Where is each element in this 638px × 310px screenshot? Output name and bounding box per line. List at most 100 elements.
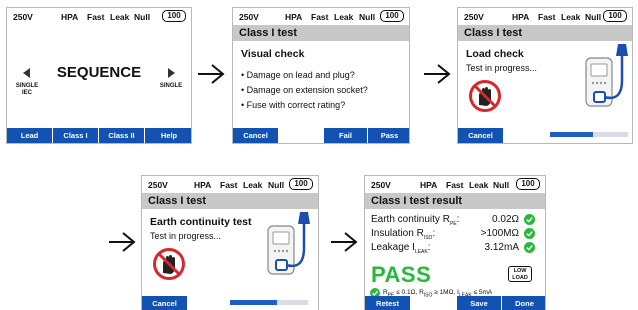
earth-continuity-value: 0.02Ω: [492, 214, 519, 225]
help-button[interactable]: Help: [145, 128, 191, 143]
null-indicator: Null: [493, 180, 510, 190]
hpa-indicator: HPA: [420, 180, 438, 190]
lead-button[interactable]: Lead: [7, 128, 52, 143]
battery-icon: 100: [603, 10, 627, 22]
battery-icon: 100: [289, 178, 313, 190]
status-bar: 250V HPA Fast Leak Null 100: [142, 176, 318, 193]
left-mode-line-2: IEC: [21, 90, 32, 96]
row-label-text: Insulation R: [371, 228, 424, 239]
progress-text: Test in progress...: [466, 63, 538, 73]
screen-title: Class I test: [142, 193, 318, 209]
limit-text: ≥ 1MΩ,: [432, 289, 458, 296]
check-icon: [524, 214, 535, 225]
save-button[interactable]: Save: [457, 296, 501, 310]
fail-button[interactable]: Fail: [324, 128, 367, 143]
tester-device-icon: [585, 44, 628, 107]
leak-indicator: Leak: [469, 180, 489, 190]
section-heading: Load check: [466, 48, 524, 60]
screen-title: Class I test: [233, 25, 409, 41]
limit-text: ≤ 0.1Ω,: [394, 289, 420, 296]
check-icon: [524, 228, 535, 239]
earth-continuity-label: Earth continuity RPE:: [371, 214, 459, 227]
leak-indicator: Leak: [110, 12, 130, 22]
voltage-indicator: 250V: [239, 12, 259, 22]
null-indicator: Null: [585, 12, 602, 22]
test-result-screen: 250V HPA Fast Leak Null 100 Class I test…: [364, 175, 546, 310]
leak-indicator: Leak: [334, 12, 354, 22]
checklist-item: • Damage on extension socket?: [241, 85, 368, 95]
screen-title: Class I test: [458, 25, 632, 41]
row-label-sub: PE: [449, 221, 457, 227]
checklist-item: • Fuse with correct rating?: [241, 100, 346, 110]
low-load-badge: LOW LOAD: [508, 266, 532, 282]
softkey-bar: Lead Class I Class II Help: [7, 128, 191, 143]
load-check-screen: 250V HPA Fast Leak Null 100 Class I test…: [457, 7, 633, 144]
progress-bar: [230, 300, 308, 305]
cancel-button[interactable]: Cancel: [142, 296, 187, 310]
pass-result: PASS: [371, 262, 432, 287]
checklist-item: • Damage on lead and plug?: [241, 70, 355, 80]
flow-arrow-icon: [109, 232, 136, 252]
hpa-indicator: HPA: [61, 12, 79, 22]
row-label-suffix: :: [427, 242, 431, 253]
status-bar: 250V HPA Fast Leak Null 100: [458, 8, 632, 25]
status-bar: 250V HPA Fast Leak Null 100: [365, 176, 545, 193]
cancel-button[interactable]: Cancel: [458, 128, 503, 143]
battery-icon: 100: [516, 178, 540, 190]
progress-text: Test in progress...: [150, 231, 222, 241]
limit-text: ≤ 5mA: [471, 289, 493, 296]
screen-title: Class I test result: [365, 193, 545, 209]
flow-arrow-icon: [331, 232, 358, 252]
voltage-indicator: 250V: [464, 12, 484, 22]
earth-continuity-screen: 250V HPA Fast Leak Null 100 Class I test…: [141, 175, 319, 310]
right-mode-label: SINGLE: [159, 83, 183, 89]
low-load-line-2: LOAD: [512, 274, 528, 281]
softkey-bar: Cancel Fail Pass: [233, 128, 409, 143]
done-button[interactable]: Done: [502, 296, 545, 310]
left-mode-label: SINGLE IEC: [13, 83, 41, 97]
voltage-indicator: 250V: [148, 180, 168, 190]
pass-button[interactable]: Pass: [368, 128, 409, 143]
class-i-button[interactable]: Class I: [53, 128, 98, 143]
battery-icon: 100: [380, 10, 404, 22]
row-label-suffix: :: [456, 214, 460, 225]
next-arrow-icon[interactable]: [168, 68, 175, 78]
leak-indicator: Leak: [561, 12, 581, 22]
left-mode-line-1: SINGLE: [15, 83, 39, 89]
leakage-label: Leakage ILEAK:: [371, 242, 431, 255]
do-not-touch-icon: [153, 248, 185, 280]
cancel-button[interactable]: Cancel: [233, 128, 278, 143]
fast-indicator: Fast: [446, 180, 464, 190]
flow-arrow-icon: [198, 64, 225, 84]
row-label-sub: LEAK: [414, 249, 428, 255]
status-bar: 250V HPA Fast Leak Null 100: [233, 8, 409, 25]
hpa-indicator: HPA: [285, 12, 303, 22]
do-not-touch-icon: [469, 80, 501, 112]
progress-fill: [550, 132, 593, 137]
retest-button[interactable]: Retest: [365, 296, 410, 310]
row-label-suffix: :: [432, 228, 436, 239]
check-icon: [524, 242, 535, 253]
status-bar: 250V HPA Fast Leak Null 100: [7, 8, 191, 25]
leak-indicator: Leak: [243, 180, 263, 190]
fast-indicator: Fast: [220, 180, 238, 190]
insulation-label: Insulation RISO:: [371, 228, 435, 241]
progress-fill: [230, 300, 277, 305]
class-ii-button[interactable]: Class II: [99, 128, 144, 143]
section-heading: Visual check: [241, 48, 305, 60]
fast-indicator: Fast: [87, 12, 105, 22]
null-indicator: Null: [134, 12, 151, 22]
voltage-indicator: 250V: [13, 12, 33, 22]
null-indicator: Null: [268, 180, 285, 190]
sequence-screen: 250V HPA Fast Leak Null 100 SEQUENCE SIN…: [6, 7, 192, 144]
row-label-text: Earth continuity R: [371, 214, 450, 225]
voltage-indicator: 250V: [371, 180, 391, 190]
tester-device-icon: [267, 212, 310, 275]
flow-arrow-icon: [424, 64, 451, 84]
checklist-text: Fuse with correct rating?: [246, 100, 346, 110]
leakage-value: 3.12mA: [484, 242, 519, 253]
insulation-value: >100MΩ: [480, 228, 519, 239]
fast-indicator: Fast: [311, 12, 329, 22]
checklist-text: Damage on lead and plug?: [246, 70, 355, 80]
hpa-indicator: HPA: [194, 180, 212, 190]
